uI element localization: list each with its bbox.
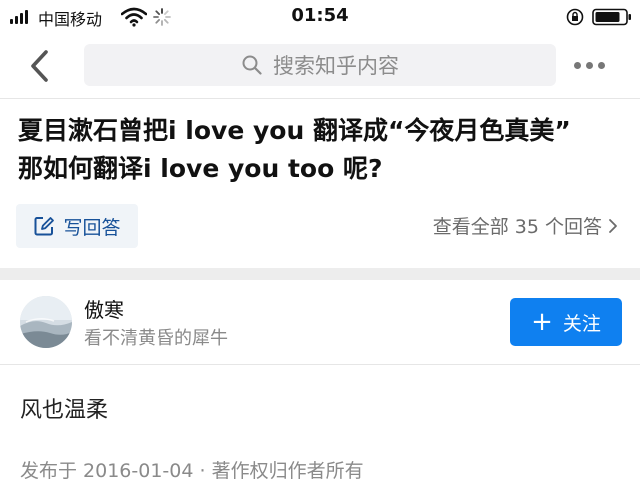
plus-icon: + xyxy=(531,307,553,337)
view-all-answers-link[interactable]: 查看全部 35 个回答 xyxy=(433,212,618,239)
follow-label: 关注 xyxy=(562,312,601,335)
battery-icon xyxy=(592,8,631,26)
search-bar[interactable]: 搜索知乎内容 xyxy=(84,44,556,86)
edit-icon xyxy=(34,217,55,236)
back-icon[interactable] xyxy=(26,48,58,84)
orientation-lock-icon xyxy=(566,8,584,26)
question-title[interactable]: 夏目漱石曾把i love you 翻译成“今夜月色真美” 那如何翻译i love… xyxy=(18,112,628,188)
status-bar: 中国移动 01:54 xyxy=(0,0,640,34)
section-separator xyxy=(0,268,640,280)
follow-button[interactable]: + 关注 xyxy=(510,298,622,346)
question-title-line-2: 那如何翻译i love you too 呢? xyxy=(18,154,383,183)
write-answer-button[interactable]: 写回答 xyxy=(16,204,138,248)
search-icon xyxy=(242,55,262,75)
more-icon[interactable] xyxy=(574,62,605,69)
nav-divider xyxy=(0,98,640,99)
author-avatar[interactable] xyxy=(20,296,72,348)
answer-content[interactable]: 风也温柔 xyxy=(20,392,108,424)
author-name[interactable]: 傲寒 xyxy=(84,294,124,323)
search-placeholder: 搜索知乎内容 xyxy=(273,54,399,78)
author-divider xyxy=(0,364,640,365)
question-title-line-1: 夏目漱石曾把i love you 翻译成“今夜月色真美” xyxy=(18,116,571,145)
view-all-label: 查看全部 35 个回答 xyxy=(432,216,602,238)
answer-meta: 发布于 2016-01-04 · 著作权归作者所有 xyxy=(20,460,364,482)
chevron-right-icon xyxy=(609,218,617,233)
author-bio: 看不清黄昏的犀牛 xyxy=(84,328,228,349)
status-time: 01:54 xyxy=(291,5,349,26)
write-answer-label: 写回答 xyxy=(63,216,121,239)
nav-bar: 搜索知乎内容 xyxy=(0,38,640,94)
